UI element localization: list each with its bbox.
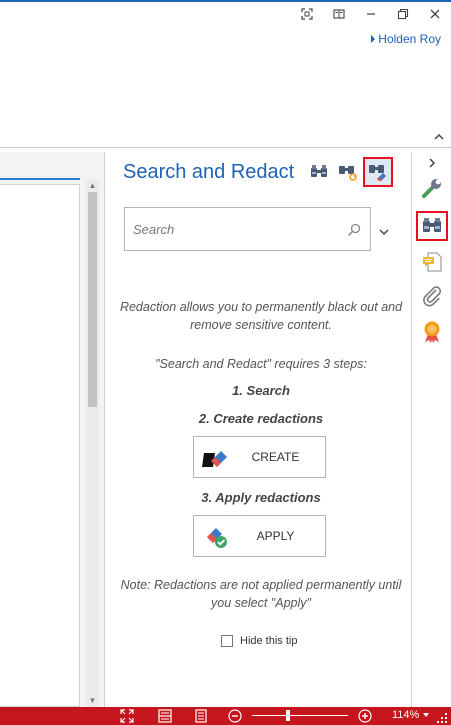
user-account[interactable]: Holden Roy [371,32,441,46]
zoom-menu-chevron-down-icon[interactable] [423,713,429,717]
expand-panel-chevron-right-icon[interactable] [418,154,446,172]
search-input[interactable] [125,208,345,250]
minimize-icon[interactable] [355,4,387,24]
reading-mode-icon[interactable] [323,4,355,24]
create-button-label: CREATE [251,450,300,464]
app-window: Holden Roy ▲ ▼ Search and Redact Search … [0,0,451,725]
search-options-chevron-down-icon[interactable] [379,224,389,236]
restore-icon[interactable] [387,4,419,24]
collapse-ribbon-icon[interactable] [433,130,445,142]
scrollbar-thumb[interactable] [88,192,97,407]
step-2-label: 2. Create redactions [198,411,324,426]
search-box [124,207,371,251]
right-sidebar [411,152,451,707]
search-redact-panel: Search and Redact Redaction allows you t… [106,152,411,707]
steps-intro-text: "Search and Redact" requires 3 steps: [155,357,367,371]
search-binoculars-icon[interactable] [416,211,448,241]
ribbon-separator [0,147,451,148]
hide-tip-option[interactable]: Hide this tip [221,635,297,647]
title-accent-line [0,0,451,2]
two-page-view-icon[interactable] [158,709,172,723]
zoom-in-icon[interactable] [358,709,372,723]
single-page-view-icon[interactable] [194,709,208,723]
expand-triangle-icon [371,35,376,43]
window-controls [291,4,451,24]
document-page[interactable] [0,184,80,707]
search-replace-icon[interactable] [336,160,360,184]
apply-button-label: APPLY [256,529,295,543]
step-1-label: 1. Search [232,383,290,398]
fit-page-icon[interactable] [120,709,134,723]
fullscreen-icon[interactable] [291,4,323,24]
user-name: Holden Roy [378,32,441,46]
document-area: ▲ ▼ [0,152,105,707]
certificate-icon[interactable] [418,318,446,346]
create-redaction-icon [194,437,238,477]
attachments-paperclip-icon[interactable] [418,282,446,310]
search-binoculars-icon[interactable] [307,160,331,184]
document-scrollbar[interactable]: ▲ ▼ [86,180,99,707]
step-3-label: 3. Apply redactions [201,490,321,505]
panel-title: Search and Redact [123,161,295,183]
redaction-intro-text: Redaction allows you to permanently blac… [119,300,403,332]
resize-grip-icon[interactable] [436,711,448,723]
hide-tip-checkbox[interactable] [221,635,233,647]
zoom-out-icon[interactable] [228,709,242,723]
tools-wrench-icon[interactable] [418,174,446,202]
redaction-note-text: Note: Redactions are not applied permane… [120,578,402,610]
status-bar: 114% [0,707,451,725]
document-top-border [0,178,80,180]
close-icon[interactable] [419,4,451,24]
apply-redaction-icon [194,516,238,556]
zoom-slider-track[interactable] [252,715,348,716]
create-redactions-button[interactable]: CREATE [193,436,326,478]
apply-redactions-button[interactable]: APPLY [193,515,326,557]
zoom-level[interactable]: 114% [392,709,419,721]
zoom-slider-thumb[interactable] [286,710,291,721]
hide-tip-label: Hide this tip [240,635,298,647]
comments-icon[interactable] [418,248,446,276]
scroll-up-icon[interactable]: ▲ [86,180,99,192]
redact-eraser-icon[interactable] [363,157,393,187]
magnifier-icon[interactable] [346,222,362,238]
scroll-down-icon[interactable]: ▼ [86,695,99,707]
